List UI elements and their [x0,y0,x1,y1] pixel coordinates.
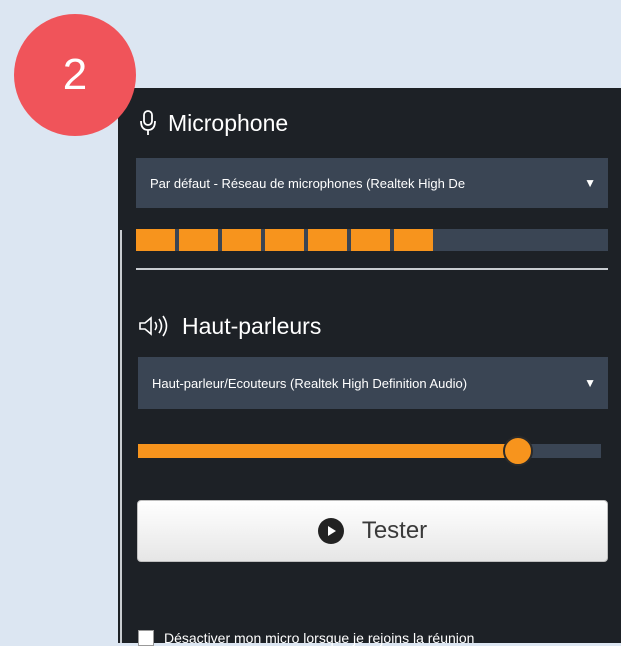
mute-on-join-option[interactable]: Désactiver mon micro lorsque je rejoins … [138,630,474,646]
level-segment [351,229,390,251]
microphone-section-title: Microphone [140,106,288,140]
chevron-down-icon: ▼ [584,376,596,390]
speaker-device-value: Haut-parleur/Ecouteurs (Realtek High Def… [152,375,468,391]
microphone-device-select[interactable]: Par défaut - Réseau de microphones (Real… [136,158,608,208]
speaker-device-select[interactable]: Haut-parleur/Ecouteurs (Realtek High Def… [138,357,608,409]
microphone-level-meter [136,229,608,251]
level-segment [394,229,433,251]
volume-slider-handle[interactable] [502,436,533,466]
panel-edge-line [120,230,122,643]
volume-fill [138,444,518,458]
speakers-section-title: Haut-parleurs [138,308,321,344]
microphone-device-value: Par défaut - Réseau de microphones (Real… [150,175,466,191]
speakers-title: Haut-parleurs [182,312,322,339]
play-icon [317,518,344,544]
level-segment [179,229,218,251]
level-segment [265,229,304,251]
level-segment [308,229,347,251]
step-number: 2 [62,50,88,99]
mute-on-join-label: Désactiver mon micro lorsque je rejoins … [164,630,475,646]
level-segment [136,229,175,251]
level-segment [222,229,261,251]
microphone-icon [140,110,156,135]
chevron-down-icon: ▼ [584,176,596,190]
speaker-icon [139,315,168,337]
mute-on-join-checkbox[interactable] [138,630,154,646]
test-speaker-button[interactable]: Tester [137,500,608,562]
section-divider [136,268,608,270]
step-number-badge: 2 [14,14,136,136]
microphone-title: Microphone [168,109,289,136]
test-button-label: Tester [361,517,428,544]
